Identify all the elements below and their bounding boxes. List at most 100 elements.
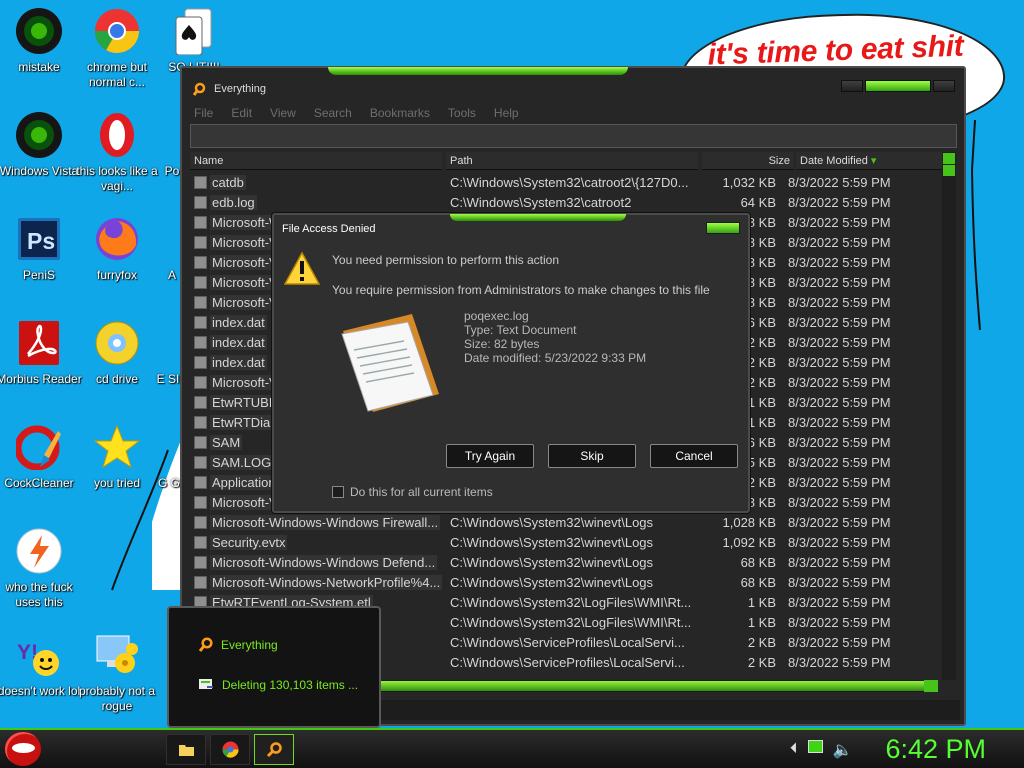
dialog-control-button[interactable] — [706, 222, 740, 234]
checkbox-box[interactable] — [332, 486, 344, 498]
scroll-thumb[interactable] — [943, 165, 955, 176]
table-row[interactable]: Security.evtx C:\Windows\System32\winevt\… — [190, 532, 946, 552]
menu-file[interactable]: File — [194, 106, 213, 120]
date-modified-cell: 8/3/2022 5:59 PM — [788, 554, 891, 570]
dialog-title: File Access Denied — [282, 223, 376, 235]
file-icon — [194, 235, 207, 249]
taskbar-clock[interactable]: 6:42 PM — [885, 732, 986, 766]
column-header-path[interactable]: Path — [446, 152, 698, 170]
search-icon — [198, 637, 213, 652]
date-modified-cell: 8/3/2022 5:59 PM — [788, 494, 891, 510]
date-modified-cell: 8/3/2022 5:59 PM — [788, 414, 891, 430]
file-name-text: Microsoft-V — [210, 294, 280, 310]
date-modified-cell: 8/3/2022 5:59 PM — [788, 394, 891, 410]
file-size-cell: 1,028 KB — [722, 514, 777, 530]
file-icon — [194, 575, 207, 589]
permission-message: You need permission to perform this acti… — [332, 253, 560, 267]
file-icon — [194, 375, 207, 389]
date-modified-cell: 8/3/2022 5:59 PM — [788, 234, 891, 250]
chrome-icon — [221, 741, 239, 758]
back-arrow-icon[interactable]: ⏴ — [790, 740, 798, 760]
yahoo-icon: Y! — [14, 630, 64, 680]
table-row[interactable]: catdb C:\Windows\System32\catroot2\{127D0… — [190, 172, 946, 192]
checkbox-label: Do this for all current items — [350, 485, 493, 499]
date-modified-cell: 8/3/2022 5:59 PM — [788, 174, 891, 190]
skip-button[interactable]: Skip — [548, 444, 636, 468]
desktop-icon-bolt[interactable]: who the fuck uses this — [0, 526, 82, 610]
file-size-cell: 64 KB — [740, 194, 776, 210]
desktop-icon-cd-drive[interactable]: cd drive — [74, 318, 160, 387]
desktop-icon-rogue[interactable]: probably not a rogue — [74, 630, 160, 714]
window-titlebar: Everything — [192, 80, 266, 98]
file-name-text: Application — [210, 474, 278, 490]
date-modified-cell: 8/3/2022 5:59 PM — [788, 214, 891, 230]
desktop-icon-you-tried[interactable]: you tried — [74, 422, 160, 491]
desktop-icon-morbius-reader[interactable]: Morbius Reader — [0, 318, 82, 387]
column-header-size[interactable]: Size — [702, 152, 794, 170]
desktop-icon-firefox[interactable]: furryfox — [74, 214, 160, 283]
table-row[interactable]: edb.log C:\Windows\System32\catroot2 64 KB… — [190, 192, 946, 212]
taskbar-folder-button[interactable] — [166, 734, 206, 765]
table-row[interactable]: Microsoft-Windows-NetworkProfile%4... C:\… — [190, 572, 946, 592]
file-icon — [194, 335, 207, 349]
column-header-name[interactable]: Name — [190, 152, 442, 170]
cd-icon — [92, 318, 142, 368]
desktop-icon-windows-vista[interactable]: Windows Vista — [0, 110, 82, 179]
bolt-icon — [14, 526, 64, 576]
scroll-up-button[interactable] — [943, 153, 955, 164]
file-icon — [194, 415, 207, 429]
cancel-button[interactable]: Cancel — [650, 444, 738, 468]
progress-title-text: Everything — [221, 638, 278, 652]
volume-icon[interactable]: 🔈 — [833, 740, 853, 760]
file-path-cell: C:\Windows\ServiceProfiles\LocalServi... — [450, 634, 685, 650]
desktop-icon-cards[interactable]: SO LITIIII — [146, 6, 242, 75]
window-title: Everything — [214, 83, 266, 95]
sort-indicator-icon: ▾ — [870, 155, 877, 167]
date-modified-cell: 8/3/2022 5:59 PM — [788, 334, 891, 350]
desktop-icon-mistake[interactable]: mistake — [0, 6, 82, 75]
taskbar-chrome-button[interactable] — [210, 734, 250, 765]
network-icon[interactable] — [807, 740, 823, 753]
file-name-text: Microsoft-Windows-Windows Firewall... — [210, 514, 441, 530]
menu-help[interactable]: Help — [494, 106, 519, 120]
file-size-cell: 68 KB — [740, 554, 776, 570]
date-modified-cell: 8/3/2022 5:59 PM — [788, 474, 891, 490]
start-button[interactable] — [5, 732, 41, 766]
file-size-cell: 1,032 KB — [722, 174, 777, 190]
system-tray: ⏴ 🔈 — [790, 740, 852, 760]
table-row[interactable]: Microsoft-Windows-Windows Firewall... C:\… — [190, 512, 946, 532]
menu-tools[interactable]: Tools — [448, 106, 476, 120]
vertical-scrollbar[interactable] — [942, 152, 956, 680]
menu-edit[interactable]: Edit — [231, 106, 252, 120]
try-again-button[interactable]: Try Again — [446, 444, 534, 468]
file-details: poqexec.log Type: Text Document Size: 82… — [464, 309, 646, 365]
star-icon — [92, 422, 142, 472]
search-input[interactable] — [190, 124, 957, 148]
horizontal-scrollbar[interactable] — [376, 680, 936, 692]
desktop-icon-yahoo[interactable]: Y! doesn't work lol — [0, 630, 82, 699]
desktop-icon-opera[interactable]: this looks like a vagi... — [74, 110, 160, 194]
table-row[interactable]: Microsoft-Windows-Windows Defend... C:\Wi… — [190, 552, 946, 572]
cards-icon — [169, 6, 219, 56]
desktop-icon-photoshop[interactable]: Ps PeniS — [0, 214, 82, 283]
menu-bookmarks[interactable]: Bookmarks — [370, 106, 430, 120]
file-icon — [194, 215, 207, 229]
all-items-checkbox[interactable]: Do this for all current items — [332, 485, 493, 499]
menu-search[interactable]: Search — [314, 106, 352, 120]
desktop-icon-label: mistake — [18, 60, 60, 74]
minimize-button[interactable] — [841, 80, 863, 92]
file-name-text: edb.log — [210, 194, 257, 210]
menu-view[interactable]: View — [270, 106, 296, 120]
maximize-button[interactable] — [865, 80, 931, 92]
desktop-icon-cockcleaner[interactable]: CockCleaner — [0, 422, 82, 491]
desktop-icon-label: Windows Vista — [0, 164, 79, 178]
file-access-denied-dialog: File Access Denied You need permission t… — [272, 213, 750, 513]
desktop-icon-label: doesn't work lol — [0, 684, 81, 698]
file-icon — [194, 255, 207, 269]
close-button[interactable] — [933, 80, 955, 92]
desktop-icon-label: PeniS — [22, 268, 56, 282]
taskbar-everything-button[interactable] — [254, 734, 294, 765]
file-icon — [194, 315, 207, 329]
file-path-cell: C:\Windows\System32\catroot2\{127D0... — [450, 174, 689, 190]
column-header-date[interactable]: Date Modified ▾ — [796, 152, 942, 170]
